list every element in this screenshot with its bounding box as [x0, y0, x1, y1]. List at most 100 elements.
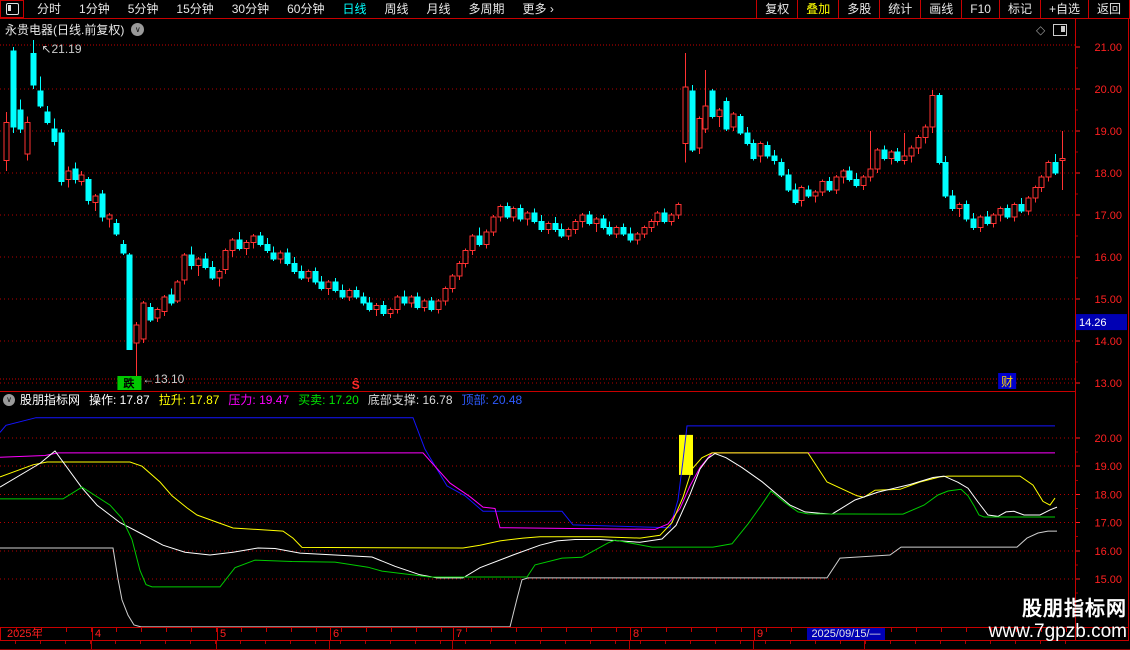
svg-text:18.00: 18.00 [1094, 168, 1122, 180]
minor-tick [641, 628, 642, 632]
minor-tick [716, 628, 717, 632]
cutoff-month-tick [91, 641, 92, 649]
tools-menu: 复权叠加多股统计画线F10标记+自选返回 [756, 0, 1130, 18]
window-layout-button[interactable] [0, 0, 24, 18]
cutoff-tick [190, 641, 191, 644]
top-menu-bar: 分时1分钟5分钟15分钟30分钟60分钟日线周线月线多周期更多 › 复权叠加多股… [0, 0, 1130, 19]
menu-item-period-0[interactable]: 分时 [28, 0, 70, 18]
svg-text:19.00: 19.00 [1094, 461, 1122, 473]
minor-tick [391, 628, 392, 632]
cutoff-tick [65, 641, 66, 644]
date-axis[interactable]: 2025年 456789102025/09/15/— [0, 627, 1129, 641]
menu-item-period-6[interactable]: 日线 [333, 0, 375, 18]
menu-item-tool-4[interactable]: 画线 [920, 0, 961, 18]
indicator-line-1 [0, 453, 1055, 530]
svg-text:←13.10: ←13.10 [142, 372, 184, 386]
cutoff-tick [1065, 641, 1066, 644]
menu-item-tool-1[interactable]: 叠加 [797, 0, 838, 18]
cutoff-tick [840, 641, 841, 644]
diamond-icon[interactable]: ◇ [1036, 24, 1045, 36]
indicator-line-0 [0, 418, 1055, 528]
cutoff-tick [665, 641, 666, 644]
month-separator [330, 628, 331, 640]
menu-item-period-7[interactable]: 周线 [375, 0, 417, 18]
minor-tick [166, 628, 167, 632]
menu-item-period-1[interactable]: 1分钟 [70, 0, 119, 18]
app-root: 分时1分钟5分钟15分钟30分钟60分钟日线周线月线多周期更多 › 复权叠加多股… [0, 0, 1130, 650]
chevron-down-icon[interactable] [131, 23, 144, 36]
month-label-4: 8 [633, 628, 639, 640]
menu-item-period-3[interactable]: 15分钟 [167, 0, 222, 18]
window-layout-icon [6, 3, 19, 15]
cutoff-month-tick [329, 641, 330, 649]
indicator-price-axis: 20.0019.0018.0017.0016.0015.00 [1075, 433, 1122, 593]
month-separator [630, 628, 631, 640]
cutoff-tick [265, 641, 266, 644]
cutoff-month-tick [216, 641, 217, 649]
minor-tick [266, 628, 267, 632]
cutoff-month-tick [452, 641, 453, 649]
minor-tick [191, 628, 192, 632]
cutoff-tick [615, 641, 616, 644]
minor-tick [891, 628, 892, 632]
cutoff-tick [1040, 641, 1041, 644]
menu-item-period-8[interactable]: 月线 [418, 0, 460, 18]
stock-title[interactable]: 永贵电器(日线.前复权) [5, 21, 124, 38]
minor-tick [116, 628, 117, 632]
cutoff-tick [365, 641, 366, 644]
cutoff-tick [515, 641, 516, 644]
minor-tick [916, 628, 917, 632]
chart-title-bar: 永贵电器(日线.前复权) [0, 19, 1075, 40]
split-window-icon[interactable] [1053, 24, 1067, 36]
minor-tick [966, 628, 967, 632]
menu-item-tool-5[interactable]: F10 [961, 0, 999, 18]
minor-tick [516, 628, 517, 632]
cutoff-tick [890, 641, 891, 644]
minor-tick [541, 628, 542, 632]
minor-tick [16, 628, 17, 632]
cutoff-month-tick [864, 641, 865, 649]
bottom-cutoff-strip [0, 641, 1130, 650]
cutoff-tick [240, 641, 241, 644]
period-menu: 分时1分钟5分钟15分钟30分钟60分钟日线周线月线多周期更多 › [0, 0, 563, 18]
minor-tick [941, 628, 942, 632]
svg-text:16.00: 16.00 [1094, 252, 1122, 264]
cutoff-tick [115, 641, 116, 644]
menu-item-period-5[interactable]: 60分钟 [278, 0, 333, 18]
month-label-0: 4 [95, 628, 101, 640]
minor-tick [591, 628, 592, 632]
menu-item-tool-8[interactable]: 返回 [1088, 0, 1130, 18]
menu-item-period-9[interactable]: 多周期 [460, 0, 514, 18]
menu-item-tool-0[interactable]: 复权 [756, 0, 797, 18]
cutoff-month-tick [629, 641, 630, 649]
cutoff-tick [690, 641, 691, 644]
indicator-values: 操作: 17.87拉升: 17.87压力: 19.47买卖: 17.20底部支撑… [89, 391, 531, 407]
minor-tick [141, 628, 142, 632]
minor-tick [1041, 628, 1042, 632]
menu-item-period-4[interactable]: 30分钟 [223, 0, 278, 18]
menu-item-tool-3[interactable]: 统计 [879, 0, 920, 18]
menu-item-tool-2[interactable]: 多股 [838, 0, 879, 18]
minor-tick [616, 628, 617, 632]
indicator-header: 股朋指标网 操作: 17.87拉升: 17.87压力: 19.47买卖: 17.… [0, 391, 1075, 407]
cutoff-tick [390, 641, 391, 644]
svg-text:15.00: 15.00 [1094, 294, 1122, 306]
minor-tick [241, 628, 242, 632]
menu-item-tool-7[interactable]: +自选 [1040, 0, 1088, 18]
menu-item-period-10[interactable]: 更多 › [514, 0, 563, 18]
month-separator [754, 628, 755, 640]
menu-item-period-2[interactable]: 5分钟 [119, 0, 168, 18]
indicator-chevron-icon[interactable] [3, 394, 15, 406]
svg-text:↖21.19: ↖21.19 [41, 42, 81, 56]
month-label-1: 5 [220, 628, 226, 640]
title-right-icons: ◇ [1036, 24, 1067, 36]
minor-tick [491, 628, 492, 632]
menu-item-tool-6[interactable]: 标记 [999, 0, 1040, 18]
cutoff-tick [790, 641, 791, 644]
indicator-value-0: 操作: 17.87 [89, 393, 150, 407]
cutoff-tick [540, 641, 541, 644]
indicator-value-5: 顶部: 20.48 [462, 393, 523, 407]
cutoff-tick [915, 641, 916, 644]
minor-tick [766, 628, 767, 632]
minor-tick [316, 628, 317, 632]
